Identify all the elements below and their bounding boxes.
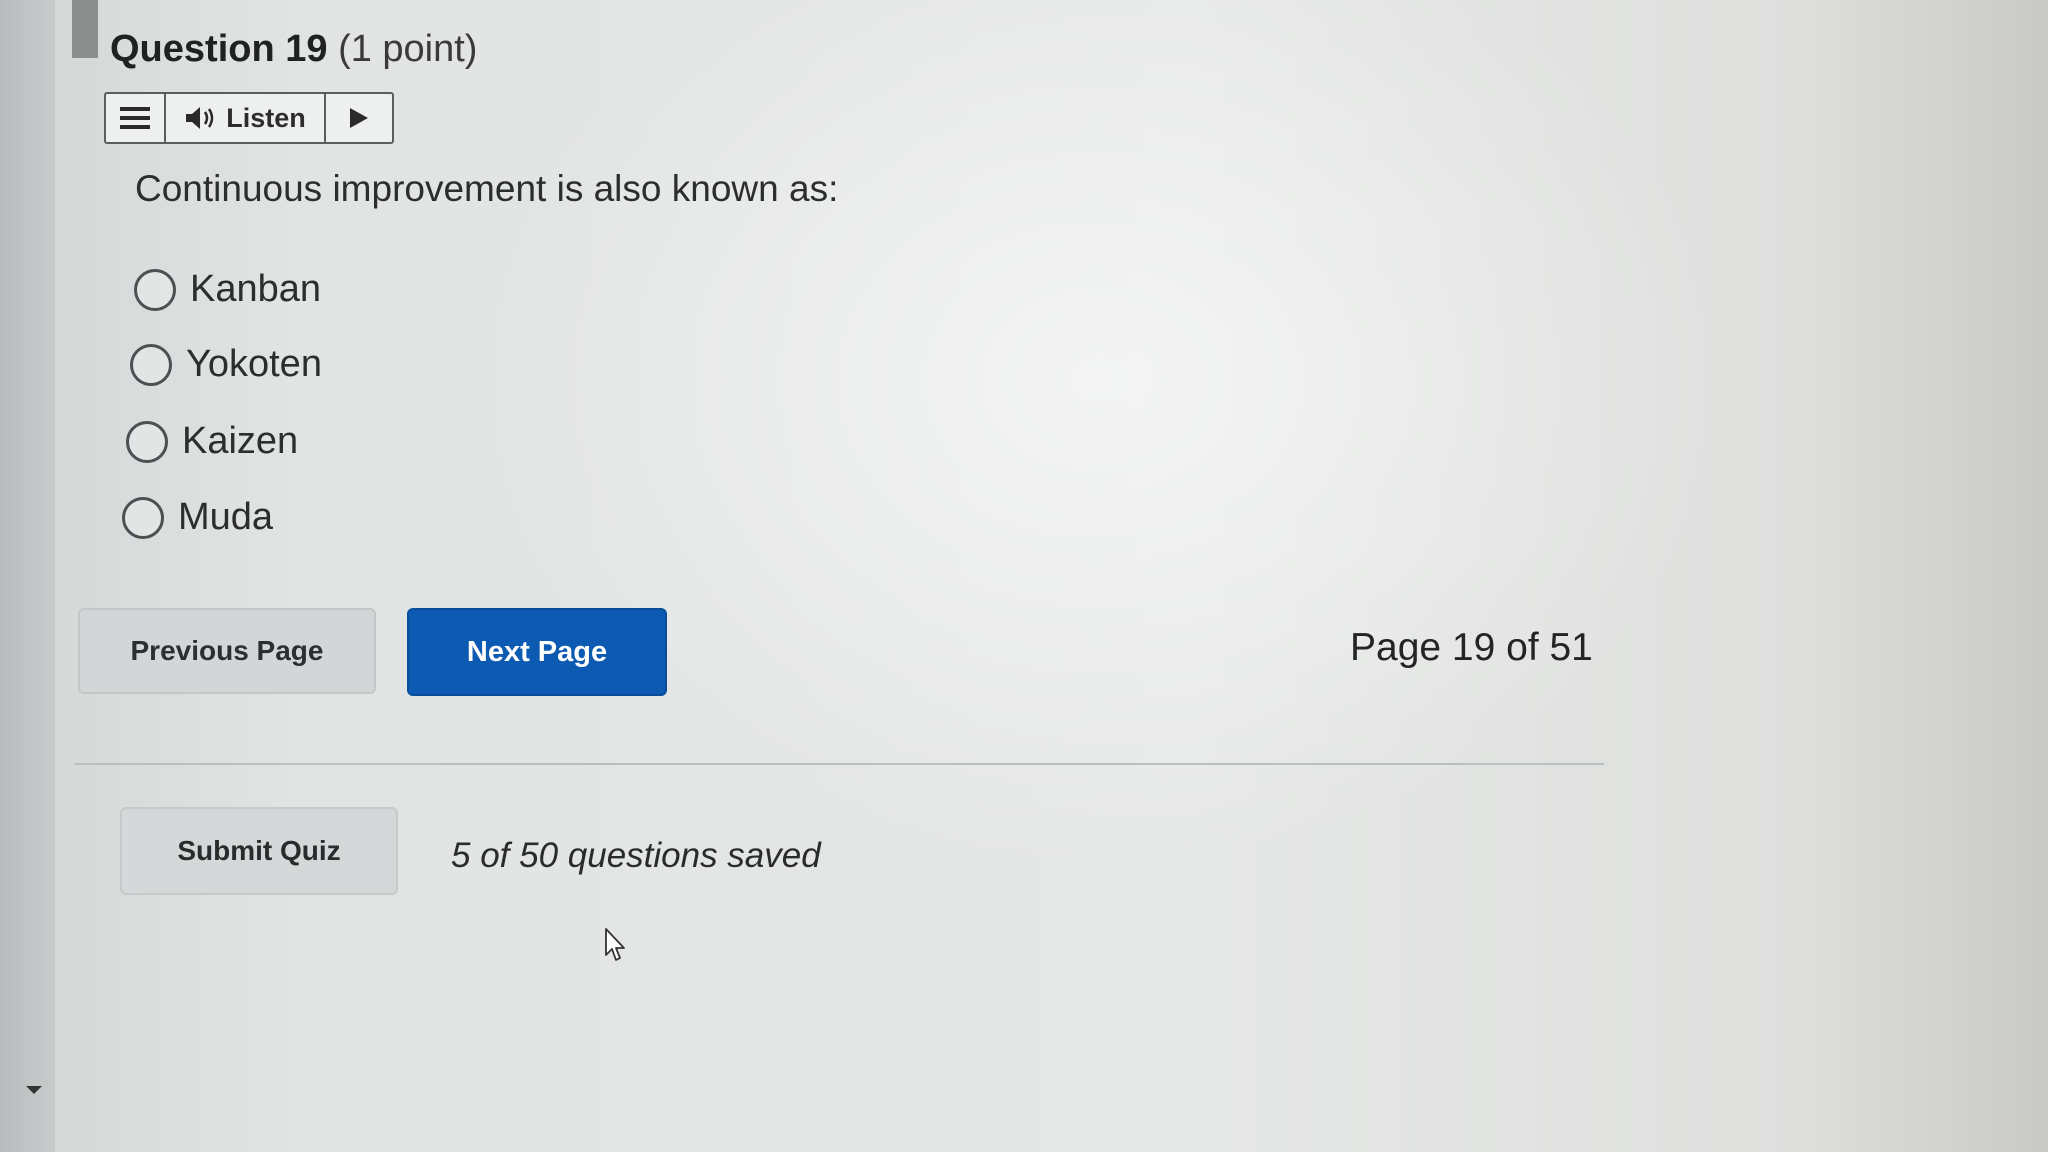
previous-page-button[interactable]: Previous Page (78, 608, 376, 694)
option-muda[interactable]: Muda (122, 496, 273, 539)
question-header: Question 19 (1 point) (110, 28, 477, 71)
hamburger-menu-icon (120, 107, 150, 129)
listen-button[interactable]: Listen (166, 94, 326, 142)
play-icon (350, 108, 368, 128)
section-divider (74, 763, 1604, 765)
left-scroll-rail[interactable] (0, 0, 98, 1152)
saved-status: 5 of 50 questions saved (451, 836, 821, 875)
listen-menu-button[interactable] (106, 94, 166, 142)
next-page-button[interactable]: Next Page (407, 608, 667, 696)
speaker-icon (186, 107, 214, 129)
scrollbar-thumb[interactable] (72, 0, 98, 58)
play-button[interactable] (326, 94, 392, 142)
radio-button[interactable] (130, 343, 172, 386)
submit-quiz-button[interactable]: Submit Quiz (120, 807, 398, 895)
option-label: Kanban (190, 268, 322, 310)
option-kaizen[interactable]: Kaizen (126, 420, 298, 463)
page-indicator: Page 19 of 51 (1350, 626, 1593, 669)
option-yokoten[interactable]: Yokoten (130, 343, 322, 386)
question-points: (1 point) (338, 28, 478, 70)
option-label: Muda (178, 496, 274, 538)
scroll-down-arrow-icon[interactable] (26, 1086, 42, 1094)
option-kanban[interactable]: Kanban (134, 268, 321, 311)
radio-button[interactable] (126, 420, 168, 463)
listen-toolbar: Listen (104, 92, 394, 144)
question-prompt: Continuous improvement is also known as: (135, 168, 839, 209)
question-number: Question 19 (110, 28, 328, 70)
radio-button[interactable] (134, 268, 176, 311)
option-label: Kaizen (182, 420, 299, 462)
mouse-cursor-icon (605, 928, 625, 961)
radio-button[interactable] (122, 496, 164, 539)
option-label: Yokoten (186, 343, 322, 385)
listen-label: Listen (226, 102, 306, 133)
